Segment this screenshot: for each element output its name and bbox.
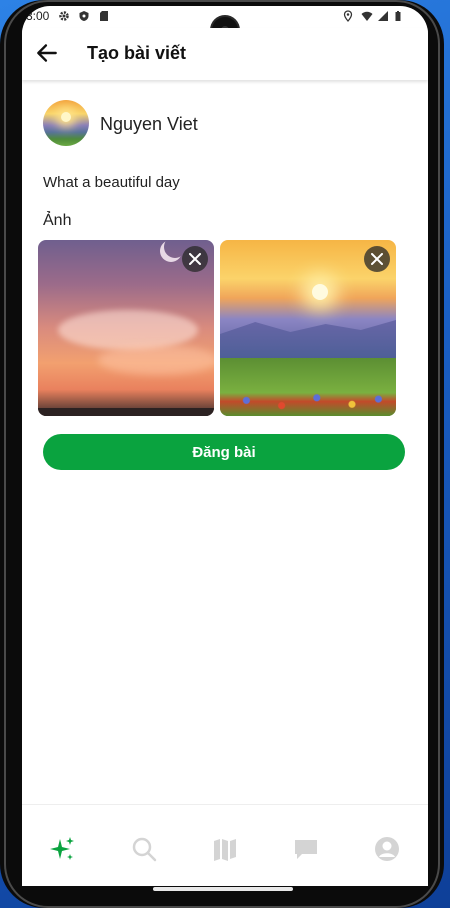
photo-flowers xyxy=(220,390,396,416)
photo-cloud xyxy=(58,310,198,350)
page-title: Tạo bài viết xyxy=(87,43,187,63)
avatar-sun xyxy=(61,112,71,122)
battery-icon xyxy=(395,11,401,21)
photo-thumbnail[interactable] xyxy=(220,240,396,416)
sd-card-icon xyxy=(100,11,108,21)
app-screen: 3:00 Tạo bài viết Nguyen Viet What a bea… xyxy=(22,6,428,886)
app-bar: Tạo bài viết xyxy=(22,28,428,80)
arrow-left-icon[interactable] xyxy=(34,40,60,66)
remove-photo-button[interactable] xyxy=(364,246,390,272)
wifi-icon xyxy=(361,11,373,21)
publish-button[interactable]: Đăng bài xyxy=(43,434,405,470)
remove-photo-button[interactable] xyxy=(182,246,208,272)
photo-mountains xyxy=(220,320,396,358)
bottom-nav xyxy=(22,804,428,886)
photo-cloud xyxy=(98,345,214,375)
avatar xyxy=(43,100,89,146)
photo-sun xyxy=(312,284,328,300)
post-text[interactable]: What a beautiful day xyxy=(43,174,180,191)
status-time: 3:00 xyxy=(26,9,50,23)
settings-icon xyxy=(59,11,69,21)
shield-icon xyxy=(79,11,89,21)
sparkle-icon[interactable] xyxy=(48,835,76,863)
close-icon xyxy=(189,253,201,265)
home-indicator xyxy=(153,887,293,891)
location-icon xyxy=(343,10,353,22)
photo-thumbnail[interactable] xyxy=(38,240,214,416)
close-icon xyxy=(371,253,383,265)
map-icon[interactable] xyxy=(211,835,239,863)
photo-ground xyxy=(38,408,214,416)
photos-label: Ảnh xyxy=(43,212,72,229)
author-name: Nguyen Viet xyxy=(100,114,198,134)
account-icon[interactable] xyxy=(373,835,401,863)
signal-icon xyxy=(378,11,388,21)
chat-icon[interactable] xyxy=(292,835,320,863)
search-icon[interactable] xyxy=(130,835,158,863)
